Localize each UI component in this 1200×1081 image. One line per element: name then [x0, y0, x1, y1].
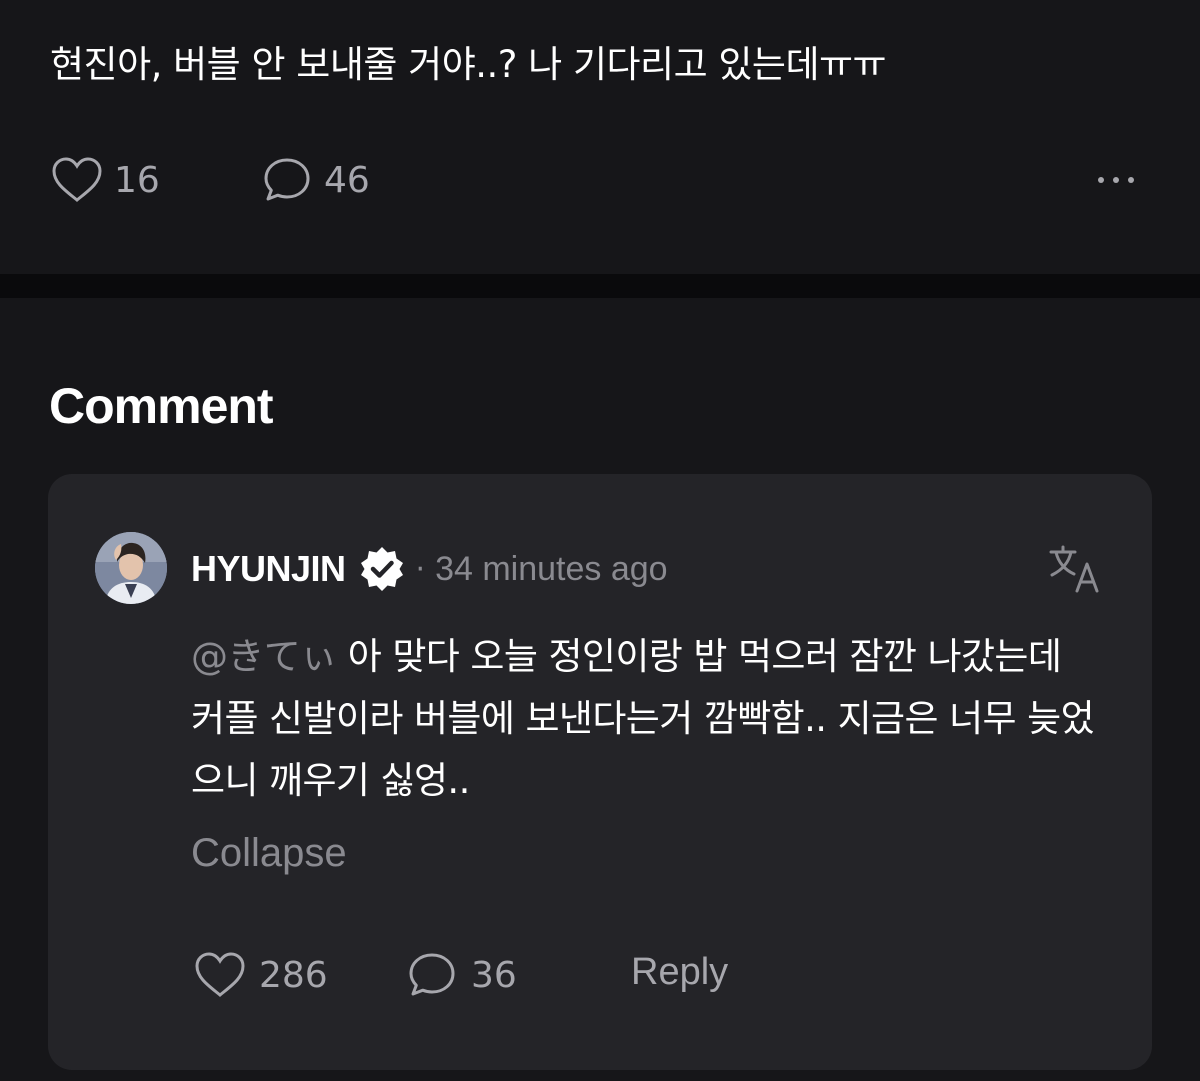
avatar[interactable]: [95, 532, 167, 604]
heart-icon: [52, 157, 102, 202]
comment-header: HYUNJIN · 34 minutes ago: [191, 544, 668, 594]
comments-section: Comment HYUNJIN · 34 minutes ago @きてぃ 아 …: [0, 298, 1200, 1081]
comment-body: @きてぃ 아 맞다 오늘 정인이랑 밥 먹으러 잠깐 나갔는데 커플 신발이라 …: [191, 626, 1101, 812]
speech-bubble-icon: [264, 158, 310, 201]
heart-icon: [195, 952, 245, 997]
more-dots-icon: [1098, 177, 1104, 183]
comment-reply-count: 36: [471, 954, 517, 996]
collapse-button[interactable]: Collapse: [191, 831, 347, 876]
comment-card: HYUNJIN · 34 minutes ago @きてぃ 아 맞다 오늘 정인…: [48, 474, 1152, 1070]
post-card: 현진아, 버블 안 보내줄 거야..? 나 기다리고 있는데ㅠㅠ 16 46: [0, 0, 1200, 274]
translate-button[interactable]: [1048, 544, 1102, 594]
author-name[interactable]: HYUNJIN: [191, 548, 346, 590]
translate-icon: [1049, 545, 1099, 593]
speech-bubble-icon: [409, 953, 455, 996]
verified-badge-icon: [360, 547, 403, 591]
avatar-image: [95, 532, 167, 604]
reply-button[interactable]: Reply: [631, 951, 728, 994]
meta-separator: ·: [415, 551, 426, 587]
post-comment-count: 46: [324, 159, 370, 201]
comment-like-button[interactable]: 286: [193, 950, 328, 1000]
post-comment-button[interactable]: 46: [262, 155, 370, 205]
section-divider: [0, 274, 1200, 298]
section-title: Comment: [49, 378, 274, 434]
comment-replies-button[interactable]: 36: [407, 950, 517, 1000]
post-like-count: 16: [114, 159, 160, 201]
mention-link[interactable]: @きてぃ: [191, 635, 337, 678]
more-options-button[interactable]: [1086, 160, 1146, 200]
comment-like-count: 286: [259, 954, 328, 996]
comment-timestamp: 34 minutes ago: [435, 549, 668, 588]
post-like-button[interactable]: 16: [50, 155, 160, 205]
post-text: 현진아, 버블 안 보내줄 거야..? 나 기다리고 있는데ㅠㅠ: [50, 43, 887, 86]
